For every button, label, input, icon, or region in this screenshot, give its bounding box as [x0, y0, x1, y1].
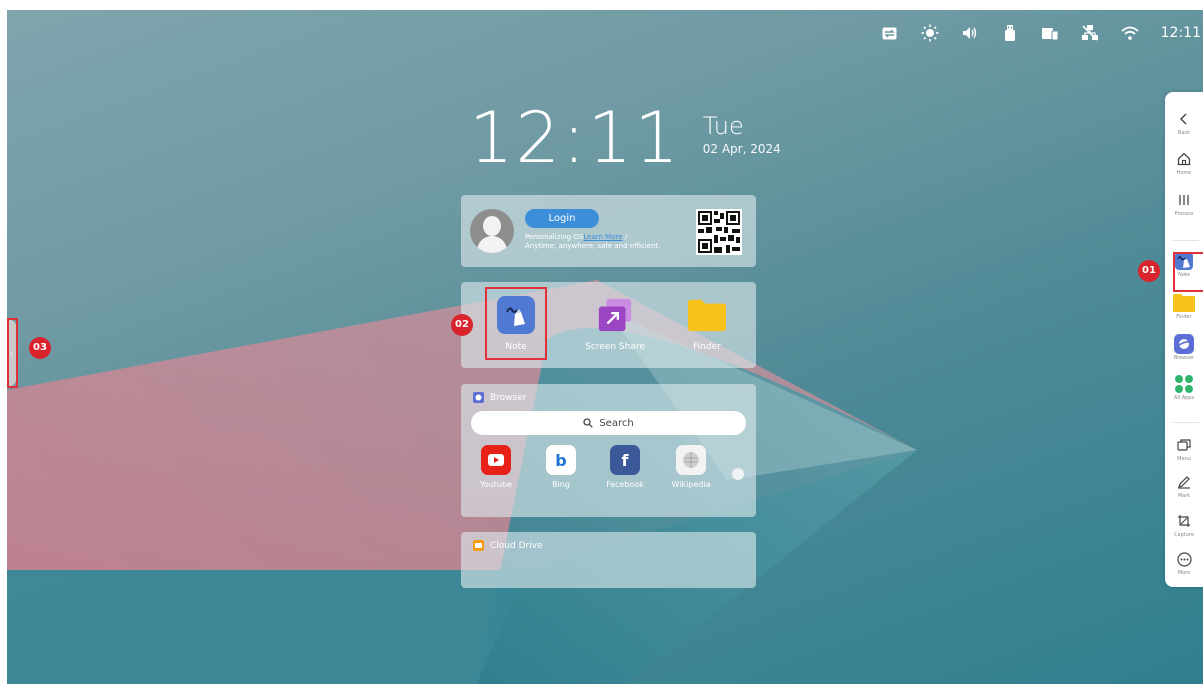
display-icon[interactable]: [1041, 24, 1059, 42]
clock-widget: 12:11 Tue 02 Apr, 2024: [469, 98, 781, 178]
toolbar-finder[interactable]: Finder: [1165, 294, 1203, 320]
youtube-icon: [481, 445, 511, 475]
process-icon: [1165, 191, 1203, 209]
login-tagline: Anytime, anywhere, safe and efficient.: [525, 242, 661, 250]
cloud-drive-card[interactable]: Cloud Drive: [461, 532, 756, 588]
home-icon: [1165, 150, 1203, 168]
app-label: Finder: [693, 342, 721, 352]
toolbar-note-highlight: [1173, 252, 1203, 292]
finder-icon: [688, 296, 726, 334]
more-shortcuts-dot[interactable]: [732, 468, 744, 480]
account-card: Login Personalizing OSLearn More / Anyti…: [461, 195, 756, 267]
network-off-icon[interactable]: [1081, 24, 1099, 42]
clock-date: 02 Apr, 2024: [702, 142, 781, 156]
toolbar-all-apps[interactable]: All Apps: [1165, 375, 1203, 401]
qr-code-icon: [696, 209, 742, 255]
toolbar-more[interactable]: More: [1165, 550, 1203, 576]
bing-icon: b: [546, 445, 576, 475]
clock-time: 12:11: [469, 97, 681, 179]
mark-icon: [1165, 473, 1203, 491]
shortcut-youtube[interactable]: Youtube: [466, 445, 526, 489]
facebook-icon: f: [610, 445, 640, 475]
note-app-highlight: [485, 287, 547, 360]
callout-01: 01: [1138, 260, 1160, 282]
more-icon: [1165, 550, 1203, 568]
login-description: Personalizing OSLearn More /: [525, 233, 628, 241]
all-apps-icon: [1165, 375, 1203, 393]
toolbar-back[interactable]: Back: [1165, 110, 1203, 136]
callout-03: 03: [29, 337, 51, 359]
screen-share-icon: [596, 296, 634, 334]
finder-icon: [1165, 294, 1203, 312]
toolbar-browser[interactable]: Browser: [1165, 334, 1203, 361]
toolbar-home[interactable]: Home: [1165, 150, 1203, 176]
shortcut-facebook[interactable]: f Facebook: [595, 445, 655, 489]
app-screen-share[interactable]: Screen Share: [577, 296, 653, 352]
browser-icon: [473, 392, 484, 403]
browser-icon: [1165, 334, 1203, 354]
volume-icon[interactable]: [961, 24, 979, 42]
status-time: 12:11: [1160, 25, 1201, 41]
cloud-drive-icon: [473, 540, 484, 551]
brightness-icon[interactable]: [921, 24, 939, 42]
browser-card: Browser Search Youtube b Bing f Facebook…: [461, 384, 756, 517]
app-finder[interactable]: Finder: [669, 296, 745, 352]
toolbar-process[interactable]: Process: [1165, 191, 1203, 217]
avatar[interactable]: [470, 209, 514, 253]
back-icon: [1165, 110, 1203, 128]
side-handle-highlight: [7, 318, 18, 388]
toolbar-mark[interactable]: Mark: [1165, 473, 1203, 499]
right-toolbar: Back Home Process Note Finder Browser Al…: [1165, 92, 1203, 587]
cloud-drive-title: Cloud Drive: [473, 540, 543, 551]
shortcut-wikipedia[interactable]: Wikipedia: [661, 445, 721, 489]
capture-icon: [1165, 512, 1203, 530]
toolbar-menu[interactable]: Menu: [1165, 436, 1203, 462]
search-icon: [583, 418, 594, 428]
app-label: Screen Share: [585, 342, 645, 352]
input-icon[interactable]: [881, 24, 899, 42]
search-input[interactable]: Search: [471, 411, 746, 435]
usb-icon[interactable]: [1001, 24, 1019, 42]
desktop-screen: 12:11 12:11 Tue 02 Apr, 2024 Login Perso…: [7, 10, 1203, 684]
learn-more-link[interactable]: Learn More: [583, 233, 622, 241]
shortcut-bing[interactable]: b Bing: [531, 445, 591, 489]
status-bar: 12:11: [881, 24, 1203, 42]
wifi-icon[interactable]: [1121, 24, 1139, 42]
clock-day: Tue: [702, 112, 744, 140]
wikipedia-icon: [676, 445, 706, 475]
login-button[interactable]: Login: [525, 209, 599, 228]
callout-02: 02: [451, 314, 473, 336]
browser-card-title: Browser: [473, 392, 526, 403]
menu-icon: [1165, 436, 1203, 454]
toolbar-capture[interactable]: Capture: [1165, 512, 1203, 538]
